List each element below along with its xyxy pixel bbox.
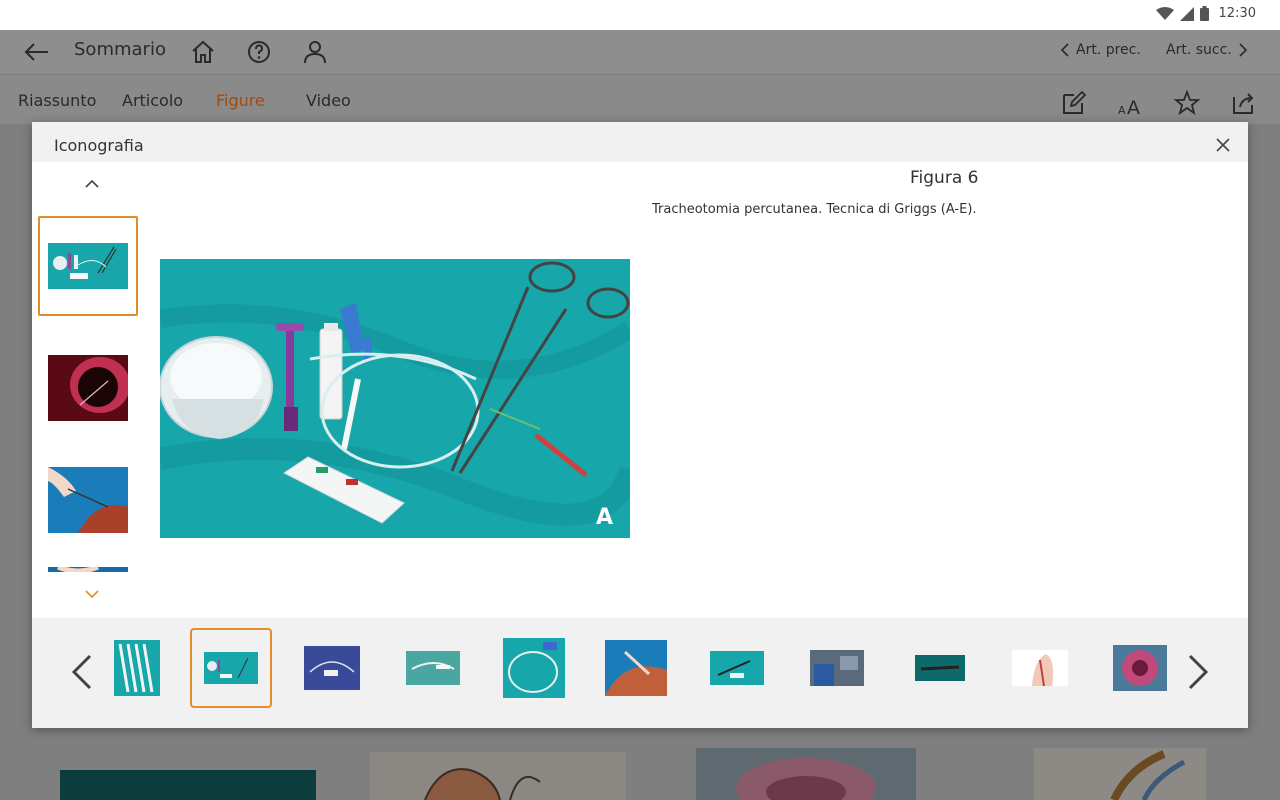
vertical-thumbnail-list	[38, 216, 140, 572]
thumb-image-guidewire	[406, 651, 460, 685]
battery-icon	[1199, 6, 1209, 21]
background-figure-drawing	[424, 768, 541, 800]
strip-thumb[interactable]	[1010, 628, 1070, 708]
modal-title: Iconografia	[54, 136, 144, 155]
app-bar: Sommario Art. prec. Art. succ.	[0, 30, 1280, 74]
background-figure-thumb	[696, 748, 916, 800]
svg-text:A: A	[1118, 104, 1126, 117]
thumb-image-incision	[48, 467, 128, 533]
vertical-thumb[interactable]	[38, 450, 138, 550]
strip-thumb[interactable]	[302, 628, 362, 708]
horizontal-thumbnail-strip	[32, 618, 1248, 728]
thumb-image-stoma	[1113, 645, 1167, 691]
strip-thumb[interactable]	[912, 628, 968, 708]
chevron-down-icon[interactable]	[82, 587, 102, 601]
tab-video[interactable]: Video	[306, 91, 351, 110]
wifi-icon	[1155, 6, 1174, 20]
star-icon[interactable]	[1173, 89, 1201, 117]
previous-article-link[interactable]: Art. prec.	[1060, 42, 1141, 58]
share-icon[interactable]	[1230, 89, 1258, 117]
thumb-image-neck-incision	[605, 640, 667, 696]
iconography-modal: Iconografia Figura 6 Tracheotomia percut…	[32, 122, 1248, 728]
figure-number: Figura 6	[910, 168, 979, 188]
next-article-link[interactable]: Art. succ.	[1166, 42, 1248, 58]
chevron-left-icon	[1060, 43, 1069, 57]
strip-prev-icon[interactable]	[68, 652, 96, 692]
background-figure-drawing	[1110, 750, 1186, 800]
thumb-image-wire-set	[304, 646, 360, 690]
thumb-image-operating-room	[810, 650, 864, 686]
strip-thumb[interactable]	[404, 628, 462, 708]
thumb-image-dilator	[710, 651, 764, 685]
thumb-image-instruments	[204, 652, 258, 684]
background-figure-thumb	[370, 752, 626, 800]
home-icon[interactable]	[188, 37, 218, 67]
background-figure-drawing	[736, 758, 876, 800]
figure-panel-letter: A	[596, 505, 613, 530]
strip-thumb[interactable]	[808, 628, 866, 708]
surgical-instruments-photo: A	[160, 259, 630, 538]
strip-thumb[interactable]	[604, 628, 668, 708]
chevron-up-icon[interactable]	[82, 177, 102, 191]
thumb-image-tool	[915, 655, 965, 681]
thumb-image-instruments	[48, 233, 128, 299]
strip-thumb[interactable]	[110, 628, 164, 708]
close-icon[interactable]	[1214, 136, 1232, 154]
vertical-thumb[interactable]	[38, 338, 138, 438]
vertical-thumb-selected[interactable]	[38, 216, 138, 316]
next-article-label: Art. succ.	[1166, 42, 1232, 58]
background-figure-thumb	[60, 770, 316, 800]
strip-thumb[interactable]	[502, 628, 566, 708]
tab-articolo[interactable]: Articolo	[122, 91, 183, 110]
back-arrow-icon[interactable]	[22, 38, 50, 66]
strip-thumb[interactable]	[708, 628, 766, 708]
modal-header: Iconografia	[32, 122, 1248, 162]
main-figure-image: A	[160, 259, 630, 538]
thumb-image-endoscopy	[48, 355, 128, 421]
strip-thumb[interactable]	[1110, 628, 1170, 708]
help-icon[interactable]	[244, 37, 274, 67]
edit-note-icon[interactable]	[1060, 89, 1088, 117]
background-figure-thumb	[1034, 748, 1206, 800]
tab-riassunto[interactable]: Riassunto	[18, 91, 96, 110]
thumb-image-tubes	[114, 640, 160, 696]
app-title: Sommario	[74, 39, 166, 60]
strip-thumb-selected[interactable]	[190, 628, 272, 708]
figure-caption: Tracheotomia percutanea. Tecnica di Grig…	[652, 202, 977, 217]
thumb-image-anatomy-drawing	[1012, 650, 1068, 686]
strip-next-icon[interactable]	[1184, 652, 1212, 692]
vertical-thumb[interactable]	[38, 550, 138, 572]
thumb-image-catheter	[503, 638, 565, 698]
tab-figure[interactable]: Figure	[216, 91, 265, 110]
tab-bar: Riassunto Articolo Figure Video AA	[0, 74, 1280, 124]
chevron-right-icon	[1239, 43, 1247, 57]
signal-icon	[1179, 6, 1194, 21]
text-size-icon[interactable]: AA	[1116, 89, 1144, 117]
status-bar: 12:30	[0, 0, 1280, 30]
previous-article-label: Art. prec.	[1076, 42, 1141, 58]
svg-text:A: A	[1127, 97, 1140, 117]
user-icon[interactable]	[300, 37, 330, 67]
thumb-image-partial	[48, 567, 128, 572]
clock: 12:30	[1218, 6, 1256, 21]
